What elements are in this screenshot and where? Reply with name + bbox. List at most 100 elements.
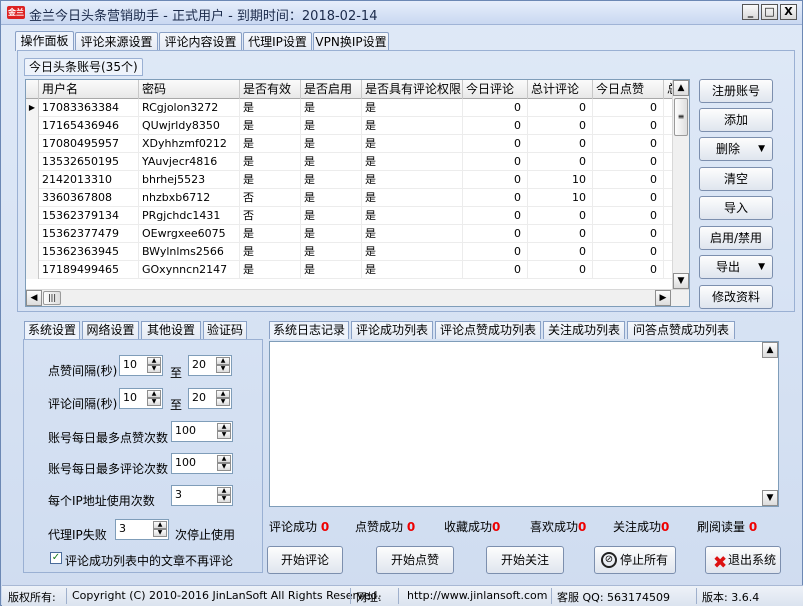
- table-cell[interactable]: 0: [593, 243, 664, 261]
- scroll-right-icon[interactable]: ▶: [655, 290, 671, 306]
- spin-up-icon[interactable]: ▲: [217, 423, 231, 431]
- table-cell[interactable]: 17080495957: [39, 135, 139, 153]
- table-cell[interactable]: 17165436946: [39, 117, 139, 135]
- table-cell[interactable]: 0: [463, 261, 528, 279]
- table-cell[interactable]: 0: [463, 189, 528, 207]
- delete-dropdown-button[interactable]: 删除 ▼: [699, 137, 773, 161]
- table-row[interactable]: ▶ 17083363384 RCgjolon3272 是是是 0 0 0: [26, 99, 686, 117]
- table-cell[interactable]: 0: [593, 135, 664, 153]
- table-cell[interactable]: OEwrgxee6075: [139, 225, 240, 243]
- like-interval-to-stepper[interactable]: 20 ▲ ▼: [188, 355, 232, 376]
- clear-button[interactable]: 清空: [699, 167, 773, 191]
- table-row[interactable]: 17165436946 QUwjrldy8350 是是是 0 0 0: [26, 117, 686, 135]
- column-header[interactable]: 今日评论: [463, 80, 528, 99]
- table-cell[interactable]: 10: [528, 171, 593, 189]
- minimize-button[interactable]: _: [742, 4, 759, 20]
- spin-down-icon[interactable]: ▼: [147, 365, 161, 373]
- table-cell[interactable]: 15362377479: [39, 225, 139, 243]
- table-cell[interactable]: 0: [528, 225, 593, 243]
- spin-down-icon[interactable]: ▼: [217, 431, 231, 439]
- table-row[interactable]: 2142013310 bhrhej5523 是是是 0 10 0: [26, 171, 686, 189]
- table-cell[interactable]: 是: [301, 135, 362, 153]
- row-header[interactable]: [26, 117, 39, 135]
- table-cell[interactable]: 是: [362, 135, 463, 153]
- start-follow-button[interactable]: 开始关注: [486, 546, 564, 574]
- table-cell[interactable]: 0: [593, 207, 664, 225]
- tab-comment-source[interactable]: 评论来源设置: [75, 32, 158, 51]
- spin-up-icon[interactable]: ▲: [147, 390, 161, 398]
- export-dropdown-button[interactable]: 导出 ▼: [699, 255, 773, 279]
- tab-other-settings[interactable]: 其他设置: [141, 321, 201, 339]
- table-cell[interactable]: 是: [362, 153, 463, 171]
- table-cell[interactable]: 是: [240, 117, 301, 135]
- table-cell[interactable]: 是: [240, 261, 301, 279]
- table-cell[interactable]: 0: [593, 261, 664, 279]
- row-header[interactable]: [26, 261, 39, 279]
- row-header[interactable]: [26, 189, 39, 207]
- table-cell[interactable]: bhrhej5523: [139, 171, 240, 189]
- spinner-arrows[interactable]: ▲ ▼: [217, 487, 231, 504]
- table-cell[interactable]: 0: [463, 135, 528, 153]
- close-button[interactable]: X: [780, 4, 797, 20]
- table-cell[interactable]: 否: [240, 207, 301, 225]
- tab-network-settings[interactable]: 网络设置: [82, 321, 139, 339]
- tab-system-log[interactable]: 系统日志记录: [269, 321, 349, 339]
- spin-down-icon[interactable]: ▼: [216, 398, 230, 406]
- table-cell[interactable]: 0: [593, 171, 664, 189]
- spin-up-icon[interactable]: ▲: [217, 455, 231, 463]
- like-interval-from-stepper[interactable]: 10 ▲ ▼: [119, 355, 163, 376]
- row-header[interactable]: [26, 135, 39, 153]
- table-cell[interactable]: 2142013310: [39, 171, 139, 189]
- table-cell[interactable]: PRgjchdc1431: [139, 207, 240, 225]
- table-cell[interactable]: 是: [301, 153, 362, 171]
- spin-up-icon[interactable]: ▲: [153, 521, 167, 529]
- table-cell[interactable]: 0: [463, 171, 528, 189]
- table-row[interactable]: 13532650195 YAuvjecr4816 是是是 0 0 0: [26, 153, 686, 171]
- column-header[interactable]: 是否有效: [240, 80, 301, 99]
- table-row[interactable]: 15362379134 PRgjchdc1431 否是是 0 0 0: [26, 207, 686, 225]
- spin-down-icon[interactable]: ▼: [217, 495, 231, 503]
- spin-down-icon[interactable]: ▼: [216, 365, 230, 373]
- table-cell[interactable]: nhzbxb6712: [139, 189, 240, 207]
- table-cell[interactable]: 是: [301, 243, 362, 261]
- stop-all-button[interactable]: ⊘ 停止所有: [594, 546, 676, 574]
- row-header[interactable]: [26, 243, 39, 261]
- table-cell[interactable]: 是: [301, 189, 362, 207]
- tab-proxy-ip[interactable]: 代理IP设置: [243, 32, 312, 51]
- table-cell[interactable]: 0: [593, 117, 664, 135]
- table-cell[interactable]: 是: [362, 117, 463, 135]
- spin-down-icon[interactable]: ▼: [147, 398, 161, 406]
- scroll-thumb[interactable]: ≡: [674, 98, 688, 136]
- table-cell[interactable]: 0: [463, 243, 528, 261]
- table-cell[interactable]: 0: [593, 189, 664, 207]
- table-cell[interactable]: 0: [463, 117, 528, 135]
- row-header[interactable]: [26, 225, 39, 243]
- row-header[interactable]: [26, 207, 39, 225]
- proxy-fail-stepper[interactable]: 3 ▲ ▼: [115, 519, 169, 540]
- table-cell[interactable]: YAuvjecr4816: [139, 153, 240, 171]
- table-cell[interactable]: 是: [362, 207, 463, 225]
- table-cell[interactable]: 3360367808: [39, 189, 139, 207]
- scroll-down-icon[interactable]: ▼: [673, 273, 689, 289]
- website-link[interactable]: http://www.jinlansoft.com: [407, 589, 547, 602]
- table-vertical-scrollbar[interactable]: ▲ ≡ ▼: [672, 80, 689, 290]
- spinner-arrows[interactable]: ▲ ▼: [147, 357, 161, 374]
- spinner-arrows[interactable]: ▲ ▼: [147, 390, 161, 407]
- exit-system-button[interactable]: ✖ 退出系统: [705, 546, 781, 574]
- tab-comment-success[interactable]: 评论成功列表: [351, 321, 433, 339]
- table-cell[interactable]: 0: [463, 207, 528, 225]
- table-cell[interactable]: 0: [593, 225, 664, 243]
- table-cell[interactable]: 是: [301, 207, 362, 225]
- scroll-thumb[interactable]: |||: [43, 291, 61, 305]
- start-comment-button[interactable]: 开始评论: [267, 546, 343, 574]
- table-cell[interactable]: 0: [528, 243, 593, 261]
- skip-commented-checkbox[interactable]: ✓: [50, 552, 62, 564]
- table-cell[interactable]: 13532650195: [39, 153, 139, 171]
- table-cell[interactable]: 17189499465: [39, 261, 139, 279]
- table-cell[interactable]: XDyhhzmf0212: [139, 135, 240, 153]
- tab-captcha[interactable]: 验证码: [203, 321, 247, 339]
- table-row[interactable]: 17189499465 GOxynncn2147 是是是 0 0 0: [26, 261, 686, 279]
- table-cell[interactable]: 0: [528, 117, 593, 135]
- table-cell[interactable]: 是: [362, 243, 463, 261]
- table-cell[interactable]: 是: [240, 135, 301, 153]
